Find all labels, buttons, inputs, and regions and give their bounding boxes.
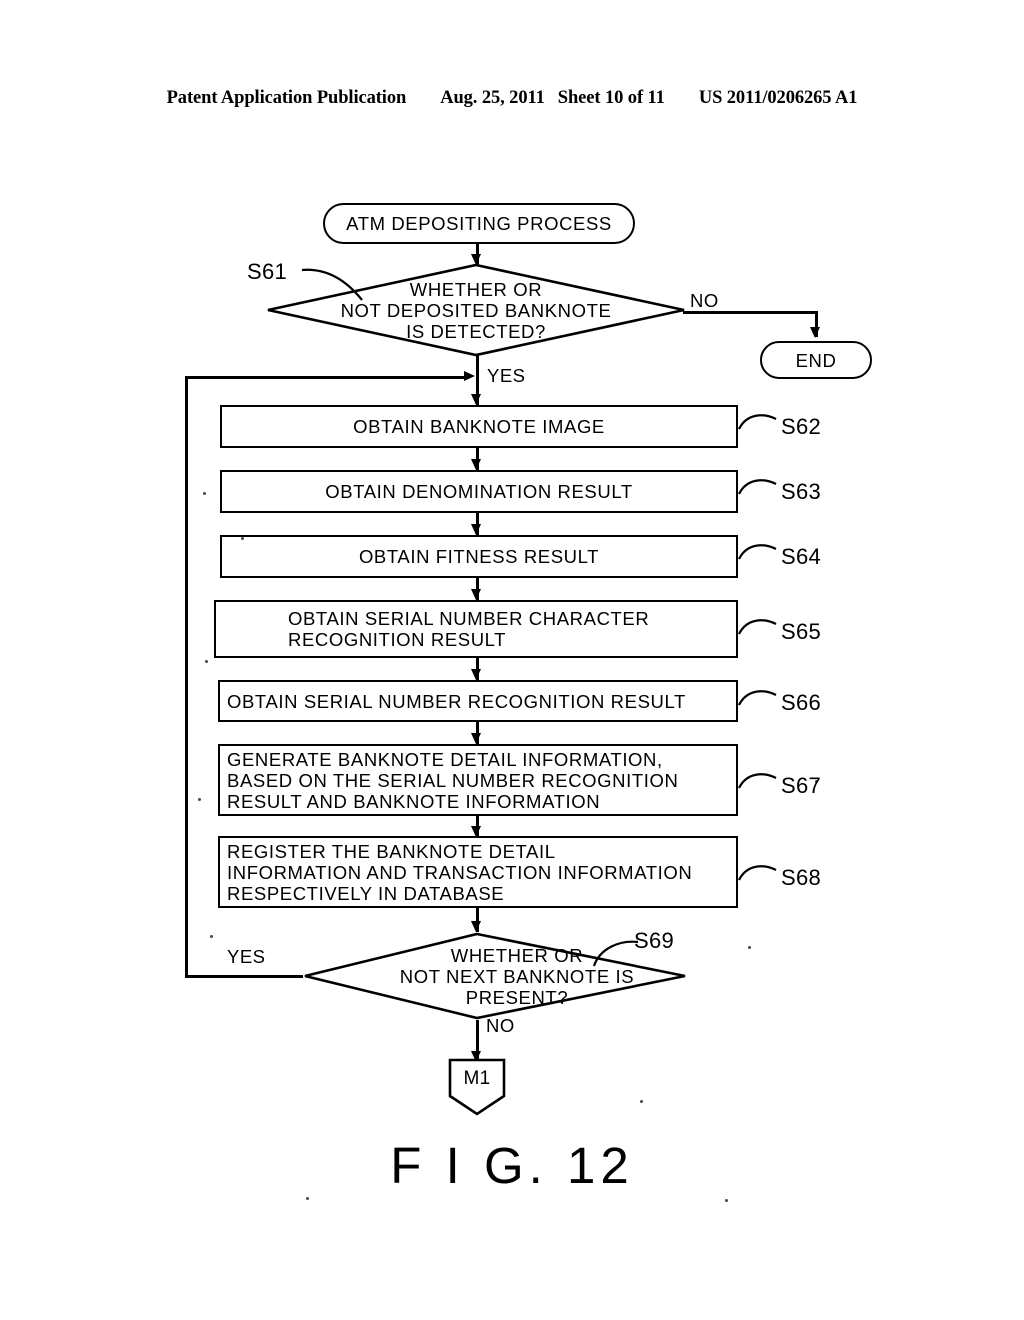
step-label-s63: S63	[781, 479, 822, 504]
leader-s62	[738, 411, 778, 433]
leader-s66	[738, 687, 778, 709]
leader-s64	[738, 541, 778, 563]
process-box-s66-label: OBTAIN SERIAL NUMBER RECOGNITION RESULT	[227, 690, 686, 712]
process-box-s67: GENERATE BANKNOTE DETAIL INFORMATION, BA…	[218, 744, 738, 816]
toner-speck	[560, 1000, 563, 1003]
edge-label-s69-no: NO	[486, 1015, 515, 1036]
header-document-number: US 2011/0206265 A1	[698, 88, 858, 108]
step-label-s64: S64	[781, 544, 822, 569]
patent-figure-page: Patent Application Publication Aug. 25, 2…	[0, 0, 1024, 1320]
leader-s63	[738, 476, 778, 498]
toner-speck	[241, 537, 244, 540]
arrow-s62-to-s63	[471, 459, 481, 470]
toner-speck	[748, 946, 751, 949]
step-label-s65: S65	[781, 619, 822, 644]
end-terminator-label: END	[795, 349, 837, 371]
arrow-s61-no-to-end	[810, 327, 820, 338]
header-publication: Patent Application Publication	[166, 88, 407, 108]
arrow-s68-to-s69	[471, 921, 481, 932]
toner-speck	[306, 1197, 309, 1200]
start-terminator-label: ATM DEPOSITING PROCESS	[346, 213, 612, 234]
header-sheet: Sheet 10 of 11	[557, 88, 665, 108]
process-box-s62: OBTAIN BANKNOTE IMAGE	[220, 405, 738, 448]
process-box-s63-label: OBTAIN DENOMINATION RESULT	[325, 481, 633, 502]
step-label-s68: S68	[781, 865, 822, 890]
process-box-s68: REGISTER THE BANKNOTE DETAIL INFORMATION…	[218, 836, 738, 908]
toner-speck	[198, 798, 201, 801]
toner-speck	[205, 660, 208, 663]
process-box-s63: OBTAIN DENOMINATION RESULT	[220, 470, 738, 513]
edge-label-s61-no: NO	[690, 290, 719, 311]
step-label-s67: S67	[781, 773, 822, 798]
end-terminator: END	[760, 341, 872, 379]
step-label-s62: S62	[781, 414, 822, 439]
loopback-left-vertical	[185, 376, 188, 978]
header-date: Aug. 25, 2011	[440, 88, 545, 108]
leader-s65	[738, 616, 778, 638]
process-box-s67-label: GENERATE BANKNOTE DETAIL INFORMATION, BA…	[227, 748, 679, 812]
offpage-connector-m1-label: M1	[463, 1068, 491, 1089]
figure-caption: F I G. 12	[390, 1137, 634, 1194]
arrow-s65-to-s66	[471, 669, 481, 680]
process-box-s65-label: OBTAIN SERIAL NUMBER CHARACTER RECOGNITI…	[288, 608, 650, 650]
page-header: Patent Application Publication Aug. 25, 2…	[0, 88, 1024, 109]
start-terminator: ATM DEPOSITING PROCESS	[323, 203, 635, 244]
toner-speck	[210, 935, 213, 938]
step-label-s66: S66	[781, 690, 822, 715]
arrow-s66-to-s67	[471, 733, 481, 744]
leader-s61	[300, 266, 370, 308]
toner-speck	[203, 492, 206, 495]
leader-s69	[592, 938, 640, 970]
arrow-s64-to-s65	[471, 589, 481, 600]
offpage-connector-m1: M1	[447, 1058, 507, 1116]
process-box-s64-label: OBTAIN FITNESS RESULT	[358, 546, 600, 567]
edge-s61-no-horizontal	[683, 311, 818, 314]
toner-speck	[725, 1199, 728, 1202]
loopback-bottom-horizontal	[185, 975, 303, 978]
process-box-s65: OBTAIN SERIAL NUMBER CHARACTER RECOGNITI…	[214, 600, 738, 658]
process-box-s66: OBTAIN SERIAL NUMBER RECOGNITION RESULT	[218, 680, 738, 722]
toner-speck	[815, 780, 818, 783]
arrow-s63-to-s64	[471, 524, 481, 535]
leader-s68	[738, 862, 778, 884]
step-label-s61: S61	[247, 259, 288, 284]
arrow-loopback-join	[464, 371, 475, 381]
toner-speck	[640, 1100, 643, 1103]
process-box-s64: OBTAIN FITNESS RESULT	[220, 535, 738, 578]
process-box-s68-label: REGISTER THE BANKNOTE DETAIL INFORMATION…	[227, 840, 693, 904]
leader-s67	[738, 770, 778, 792]
edge-label-s61-yes: YES	[487, 365, 526, 386]
arrow-s61-yes-to-s62	[471, 394, 481, 405]
edge-label-s69-yes: YES	[227, 946, 266, 967]
step-label-s69: S69	[634, 928, 675, 953]
loopback-top-horizontal	[185, 376, 465, 379]
process-box-s62-label: OBTAIN BANKNOTE IMAGE	[353, 416, 605, 437]
